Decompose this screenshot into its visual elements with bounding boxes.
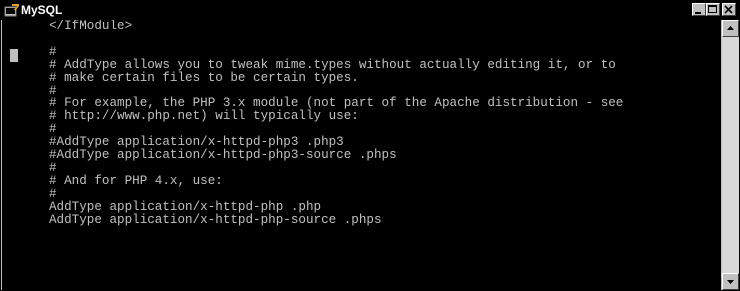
close-icon [724,5,733,14]
close-button[interactable] [722,3,736,16]
scroll-up-arrow-icon [727,26,734,30]
console-line: # [49,44,57,59]
window-title: MySQL [21,3,63,17]
console-line: </IfModule> [49,20,133,33]
vertical-scrollbar[interactable] [722,20,739,290]
scroll-down-arrow-icon [727,280,734,284]
terminal-window: MySQL </IfModule> # # AddType allows you … [0,0,740,291]
console-line: # [49,160,57,175]
mysql-console-icon [4,4,19,17]
maximize-icon [708,5,717,13]
console-line: AddType application/x-httpd-php .php [49,199,322,214]
scroll-up-button[interactable] [722,20,739,37]
minimize-button[interactable] [692,3,706,16]
scrollbar-track[interactable] [722,37,739,273]
console-line: # http://www.php.net) will typically use… [49,109,359,124]
console-line: # [49,186,57,201]
text-cursor [10,49,18,62]
console-line: # AddType allows you to tweak mime.types… [49,57,616,72]
console-line: #AddType application/x-httpd-php3-source… [49,148,397,163]
console-line: # make certain files to be certain types… [49,70,359,85]
console-line: AddType application/x-httpd-php-source .… [49,212,382,227]
minimize-icon [695,12,701,14]
title-bar[interactable]: MySQL [1,1,739,20]
maximize-button[interactable] [706,3,720,16]
scroll-down-button[interactable] [722,273,739,290]
console-output[interactable]: </IfModule> # # AddType allows you to twe… [2,20,721,290]
console-text: </IfModule> # # AddType allows you to twe… [49,20,623,227]
console-line: # And for PHP 4.x, use: [49,173,223,188]
